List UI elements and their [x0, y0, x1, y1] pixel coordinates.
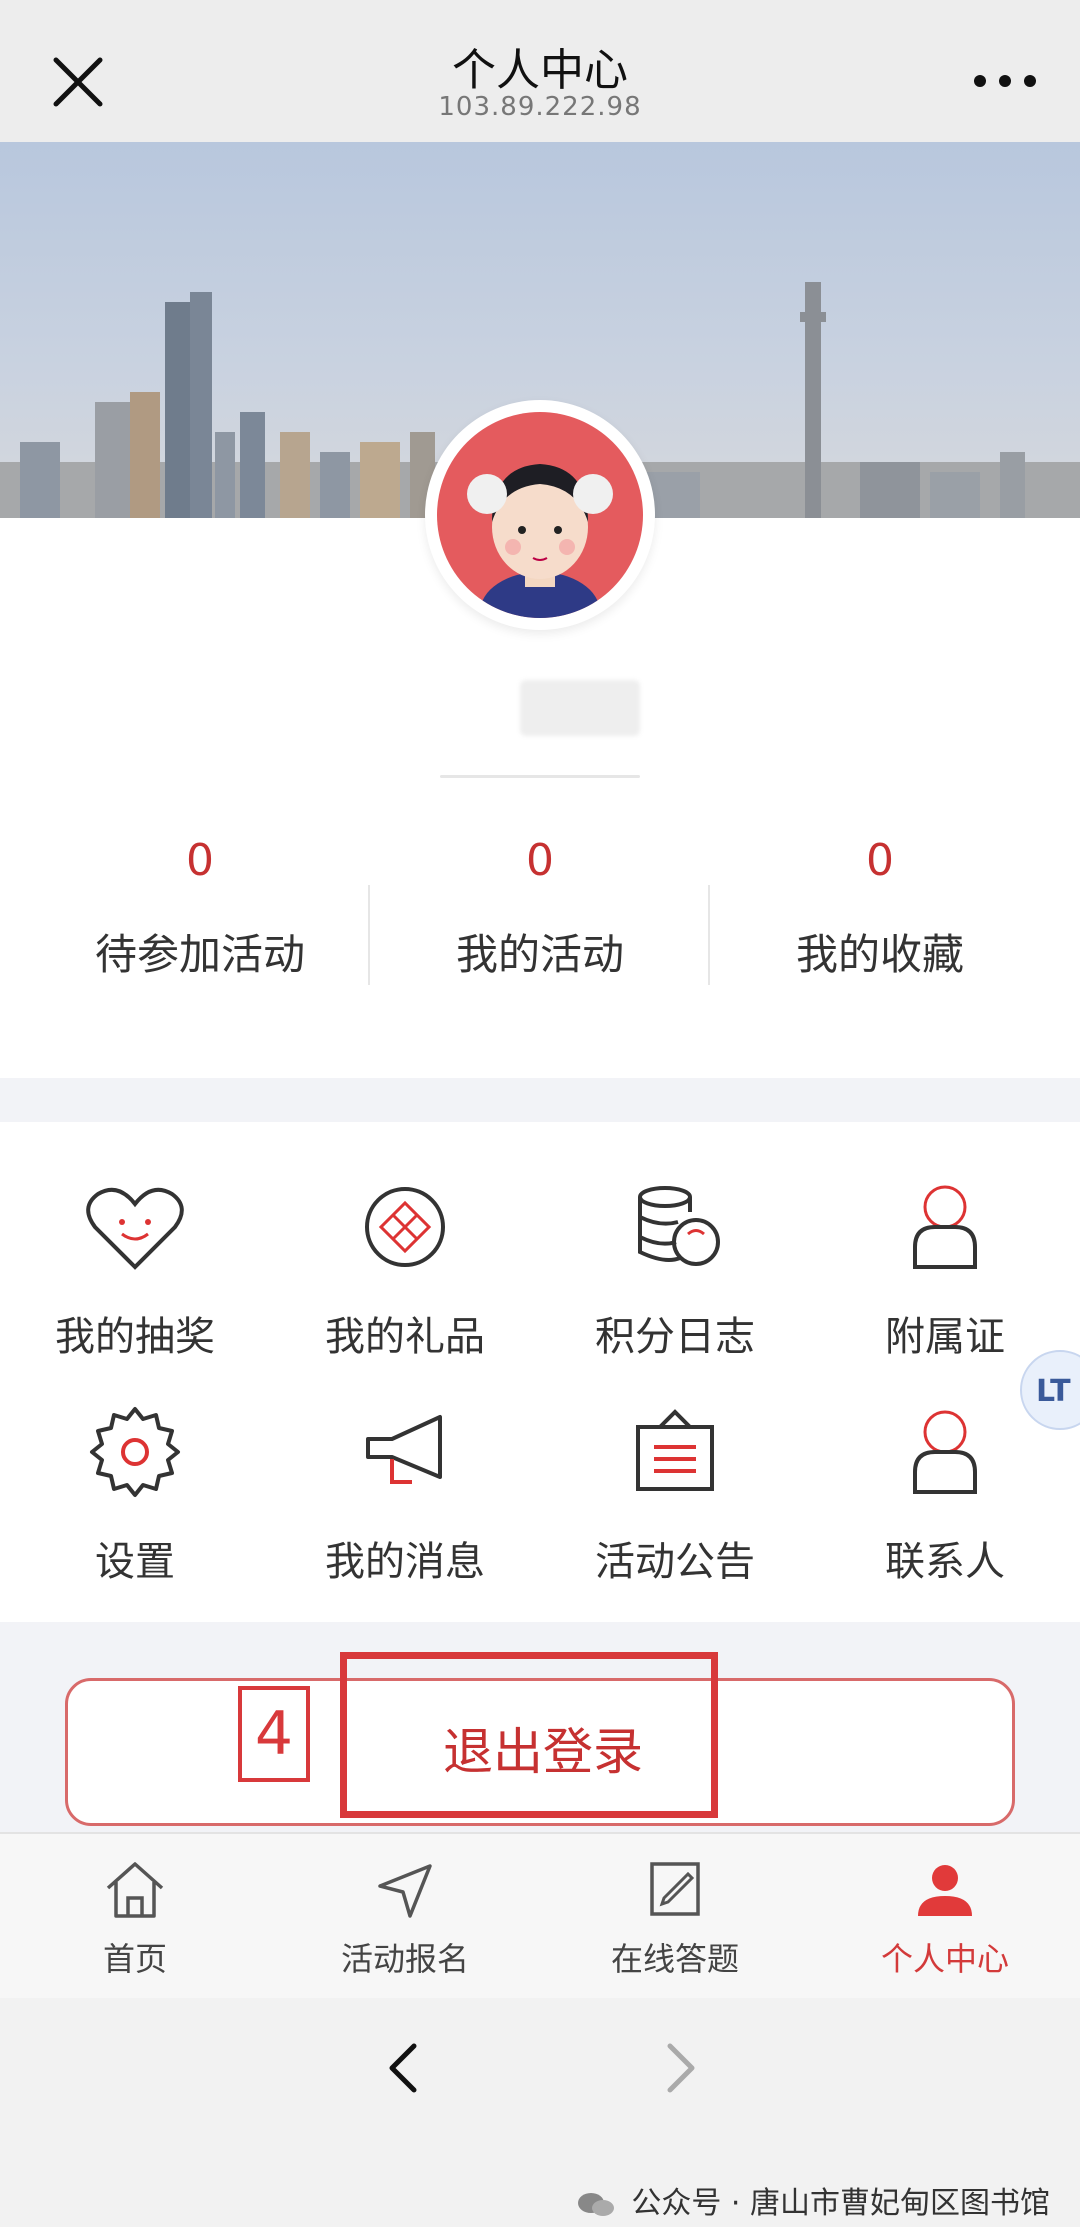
menu-label: 附属证: [885, 1314, 1005, 1360]
home-icon: [106, 1862, 164, 1918]
avatar[interactable]: [425, 400, 655, 630]
watermark-text: 公众号 · 唐山市曹妃甸区图书馆: [631, 2186, 1050, 2221]
menu-label: 积分日志: [595, 1314, 755, 1360]
stat-my-activities[interactable]: 0 我的活动: [370, 835, 710, 982]
edit-icon: [650, 1862, 700, 1916]
menu-contacts[interactable]: 联系人: [810, 1397, 1080, 1617]
notice-board-icon: [636, 1409, 714, 1491]
menu-my-lottery[interactable]: 我的抽奖: [0, 1172, 270, 1392]
menu-activity-notices[interactable]: 活动公告: [540, 1397, 810, 1617]
wechat-icon: [577, 2192, 614, 2216]
page-url: 103.89.222.98: [438, 92, 642, 122]
tab-label: 首页: [102, 1940, 167, 1978]
person-icon: [913, 1185, 977, 1269]
gift-icon: [365, 1187, 445, 1267]
username-redacted: [520, 680, 640, 736]
heart-smile-icon: [86, 1187, 184, 1270]
stat-label: 我的收藏: [795, 930, 964, 979]
avatar-illustration: [467, 464, 613, 618]
stat-value: 0: [526, 835, 554, 886]
contact-person-icon: [913, 1410, 977, 1494]
tab-online-quiz[interactable]: 在线答题: [540, 1854, 810, 1980]
back-icon[interactable]: [380, 2038, 424, 2098]
menu-label: 我的抽奖: [55, 1314, 215, 1360]
function-grid: 我的抽奖 我的礼品 积分日志 附属证 设置 我的消息 活动公告 联系人: [0, 1122, 1080, 1622]
stat-pending-activities[interactable]: 0 待参加活动: [30, 835, 370, 982]
menu-label: 我的礼品: [325, 1314, 485, 1360]
menu-label: 我的消息: [325, 1539, 485, 1585]
stat-label: 待参加活动: [94, 930, 305, 979]
divider: [440, 775, 640, 778]
menu-label: 联系人: [885, 1539, 1005, 1585]
menu-label: 设置: [95, 1539, 175, 1585]
browser-toolbar: 公众号 · 唐山市曹妃甸区图书馆: [0, 1998, 1080, 2227]
floating-tab-label: LT: [1036, 1374, 1071, 1409]
forward-icon[interactable]: [660, 2038, 704, 2098]
send-icon: [378, 1864, 432, 1918]
nav-bar: 个人中心 103.89.222.98: [0, 0, 1080, 142]
tab-personal-center[interactable]: 个人中心: [810, 1854, 1080, 1980]
bottom-tab-bar: 首页 活动报名 在线答题 个人中心: [0, 1832, 1080, 1998]
menu-my-gifts[interactable]: 我的礼品: [270, 1172, 540, 1392]
menu-points-log[interactable]: 积分日志: [540, 1172, 810, 1392]
annotation-highlight: [340, 1652, 718, 1818]
stat-value: 0: [866, 835, 894, 886]
watermark: 公众号 · 唐山市曹妃甸区图书馆: [576, 2178, 1050, 2222]
megaphone-icon: [366, 1415, 442, 1484]
menu-settings[interactable]: 设置: [0, 1397, 270, 1617]
gear-icon: [90, 1407, 180, 1497]
stat-label: 我的活动: [455, 930, 624, 979]
tab-label: 在线答题: [610, 1940, 739, 1978]
page-title: 个人中心: [452, 45, 628, 96]
more-icon[interactable]: [970, 66, 1040, 96]
tab-label: 活动报名: [340, 1940, 469, 1978]
tab-home[interactable]: 首页: [0, 1854, 270, 1980]
stat-value: 0: [186, 835, 214, 886]
menu-my-messages[interactable]: 我的消息: [270, 1397, 540, 1617]
user-icon: [918, 1865, 972, 1916]
menu-label: 活动公告: [595, 1539, 755, 1585]
annotation-step-number: 4: [238, 1686, 310, 1782]
stat-my-favorites[interactable]: 0 我的收藏: [710, 835, 1050, 982]
tab-activity-signup[interactable]: 活动报名: [270, 1854, 540, 1980]
tab-label: 个人中心: [880, 1940, 1009, 1978]
coins-icon: [638, 1186, 720, 1266]
